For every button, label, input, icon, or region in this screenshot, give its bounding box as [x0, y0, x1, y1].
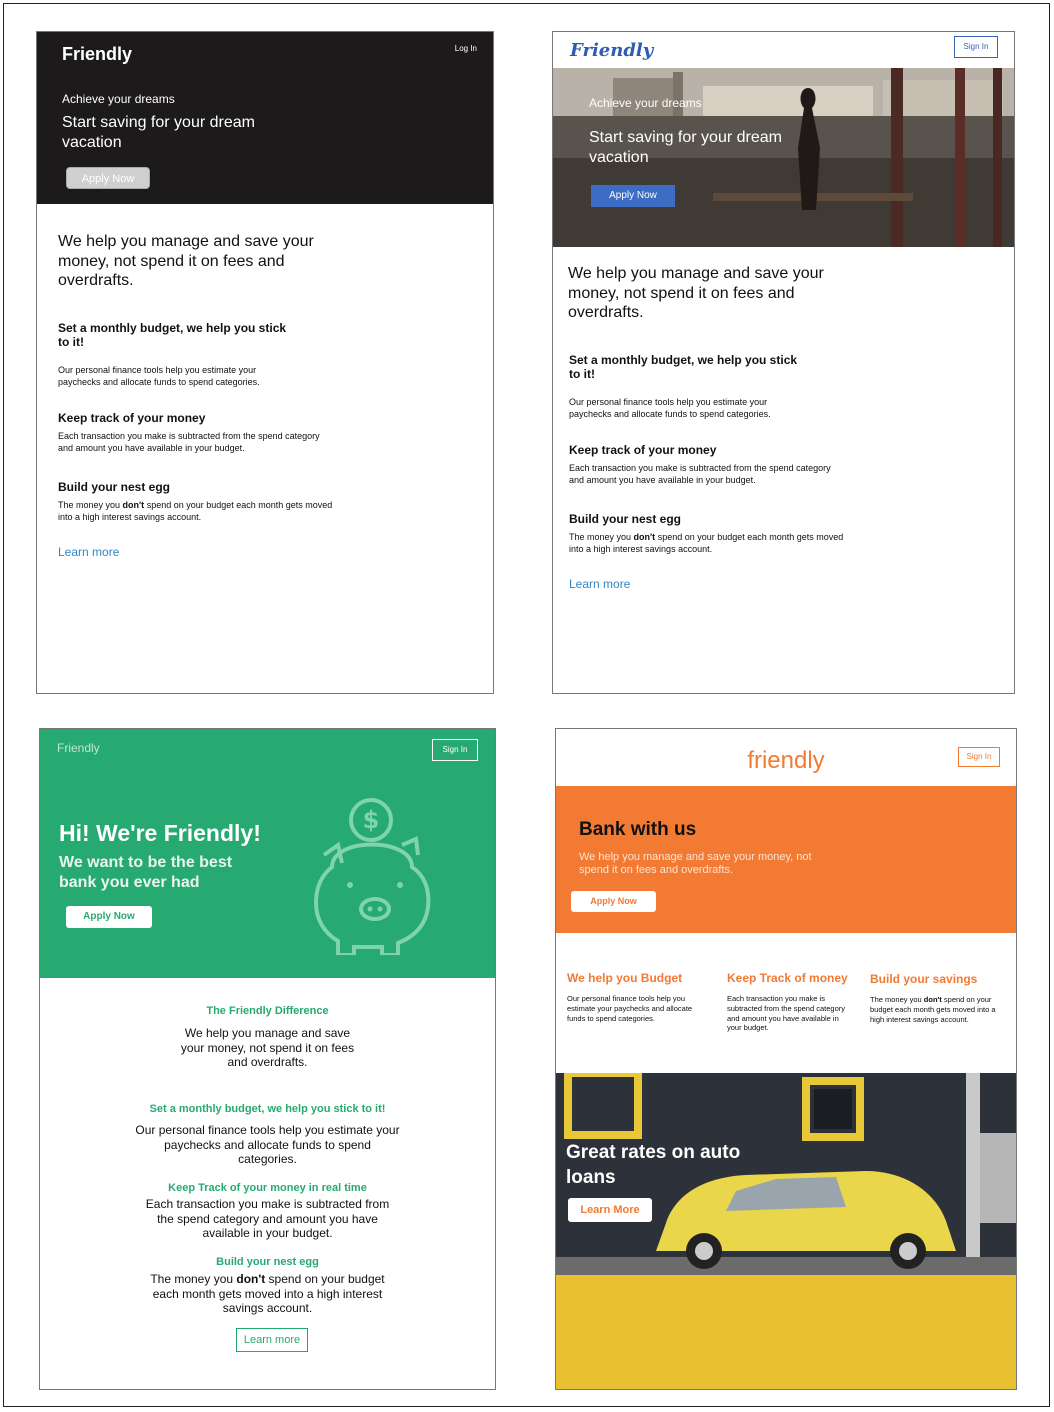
- feature-text-track: Each transaction you make is subtracted …: [145, 1197, 390, 1241]
- difference-text: We help you manage and save your money, …: [180, 1026, 355, 1070]
- feature-title-nest: Build your nest egg: [569, 512, 682, 526]
- dollar-coin-icon: $: [363, 806, 380, 834]
- hero-tagline: Achieve your dreams: [62, 92, 175, 106]
- hero-subheadline: We help you manage and save your money, …: [579, 851, 812, 877]
- column-text-savings: The money you don't spend on your budget…: [870, 995, 996, 1024]
- sign-in-button[interactable]: Sign In: [954, 36, 998, 58]
- feature-text-budget: Our personal finance tools help you esti…: [135, 1123, 400, 1167]
- feature-title-budget: Set a monthly budget, we help you stick …: [149, 1103, 386, 1115]
- feature-text-budget: Our personal finance tools help you esti…: [58, 365, 260, 387]
- feature-title-nest: Build your nest egg: [216, 1256, 319, 1268]
- logo[interactable]: friendly: [556, 747, 1016, 775]
- feature-text-track: Each transaction you make is subtracted …: [58, 431, 320, 453]
- logo[interactable]: Friendly: [57, 741, 100, 756]
- mockup-green: Friendly Sign In Hi! We're Friendly! We …: [39, 728, 496, 1390]
- apply-now-button[interactable]: Apply Now: [66, 906, 152, 928]
- feature-title-track: Keep track of your money: [58, 411, 206, 425]
- feature-text-nest: The money you don't spend on your budget…: [150, 1272, 385, 1316]
- login-link[interactable]: Log In: [455, 44, 477, 53]
- feature-title-nest: Build your nest egg: [58, 480, 171, 494]
- hero-subheadline: We want to be the best bank you ever had: [59, 854, 233, 891]
- sign-in-button[interactable]: Sign In: [432, 739, 478, 761]
- hero-headline: Hi! We're Friendly!: [59, 820, 261, 846]
- apply-now-button[interactable]: Apply Now: [571, 891, 656, 912]
- hero-banner: Friendly Sign In Hi! We're Friendly! We …: [40, 729, 495, 978]
- mockup-orange: friendly Sign In Bank with us We help yo…: [555, 728, 1017, 1390]
- mockup-photo: Friendly Sign In Achieve your dreams Sta…: [552, 31, 1015, 694]
- feature-text-nest: The money you don't spend on your budget…: [569, 532, 844, 554]
- mockup-dark: Friendly Log In Achieve your dreams Star…: [36, 31, 494, 694]
- intro-text: We help you manage and save your money, …: [58, 233, 314, 290]
- hero-tagline: Achieve your dreams: [589, 96, 702, 110]
- feature-text-track: Each transaction you make is subtracted …: [569, 463, 831, 485]
- column-title-track: Keep Track of money: [727, 971, 848, 985]
- learn-more-link[interactable]: Learn more: [58, 545, 119, 560]
- hero-headline: Start saving for your dream vacation: [589, 129, 782, 166]
- difference-title: The Friendly Difference: [206, 1005, 329, 1017]
- feature-title-track: Keep track of your money: [569, 443, 717, 457]
- feature-title-budget: Set a monthly budget, we help you stick …: [569, 353, 798, 382]
- hero-headline: Start saving for your dream vacation: [62, 114, 255, 151]
- top-bar: Friendly Sign In: [553, 32, 1014, 68]
- feature-text-budget: Our personal finance tools help you esti…: [569, 397, 771, 419]
- column-title-budget: We help you Budget: [567, 971, 683, 985]
- learn-more-link[interactable]: Learn more: [569, 577, 630, 592]
- feature-text-nest: The money you don't spend on your budget…: [58, 500, 333, 522]
- learn-more-button[interactable]: Learn More: [568, 1198, 652, 1222]
- hero-headline: Bank with us: [579, 819, 697, 840]
- feature-title-track: Keep Track of your money in real time: [168, 1182, 367, 1194]
- column-title-savings: Build your savings: [870, 972, 978, 986]
- auto-loans-headline: Great rates on auto loans: [566, 1142, 741, 1189]
- yellow-footer-band: [556, 1275, 1016, 1389]
- column-text-track: Each transaction you make is subtracted …: [727, 994, 845, 1033]
- logo[interactable]: Friendly: [62, 44, 132, 65]
- apply-now-button[interactable]: Apply Now: [66, 167, 150, 189]
- learn-more-button[interactable]: Learn more: [236, 1328, 308, 1352]
- hero-banner: Friendly Log In Achieve your dreams Star…: [37, 32, 493, 204]
- intro-text: We help you manage and save your money, …: [568, 265, 824, 322]
- apply-now-button[interactable]: Apply Now: [591, 185, 675, 207]
- feature-title-budget: Set a monthly budget, we help you stick …: [58, 321, 287, 350]
- column-text-budget: Our personal finance tools help you esti…: [567, 994, 693, 1023]
- piggy-bank-icon: $: [313, 798, 431, 955]
- sign-in-button[interactable]: Sign In: [958, 747, 1000, 767]
- logo[interactable]: Friendly: [570, 40, 653, 62]
